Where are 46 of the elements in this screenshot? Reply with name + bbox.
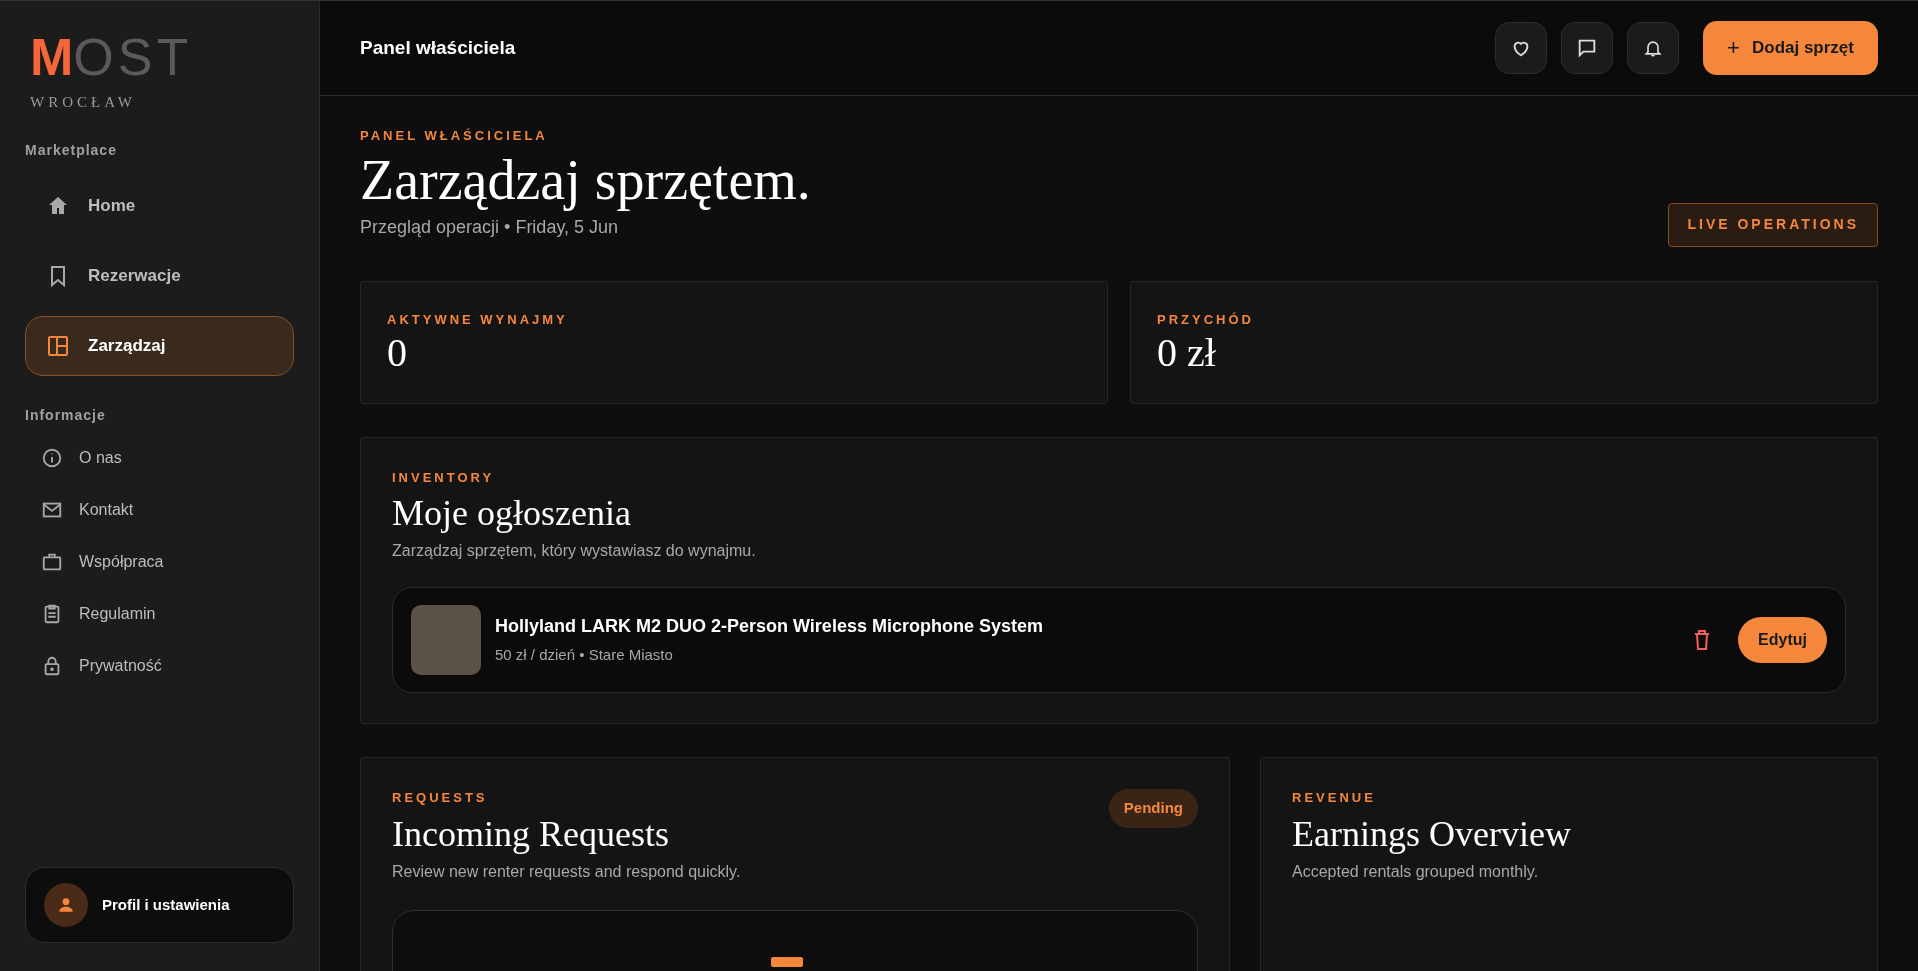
section-heading: Earnings Overview bbox=[1292, 812, 1572, 856]
page-heading: Zarządzaj sprzętem. bbox=[360, 147, 812, 212]
listing-title: Hollyland LARK M2 DUO 2-Person Wireless Microphone System bbox=[495, 615, 1044, 639]
stat-label: PRZYCHÓD bbox=[1157, 310, 1255, 329]
logo-letter: M bbox=[30, 31, 74, 83]
nav-item[interactable]: Zarządzaj bbox=[25, 315, 294, 376]
page-title: Panel właściciela bbox=[360, 35, 516, 60]
section-description: Accepted rentals grouped monthly. bbox=[1292, 861, 1540, 882]
layout-icon bbox=[46, 333, 70, 358]
user-icon bbox=[44, 883, 88, 927]
nav-item[interactable]: Home bbox=[25, 175, 294, 236]
nav-item[interactable]: Prywatność bbox=[25, 643, 294, 688]
stat-value: 0 zł bbox=[1157, 329, 1217, 377]
section-heading: Marketplace bbox=[25, 140, 118, 160]
section-label: INVENTORY bbox=[392, 468, 496, 487]
stat-label: AKTYWNE WYNAJMY bbox=[387, 310, 569, 329]
section-label: REQUESTS bbox=[392, 789, 489, 807]
section-description: Review new renter requests and respond quickly. bbox=[392, 861, 742, 882]
cut-off-icon bbox=[771, 956, 803, 967]
live-operations-button[interactable]: LIVE OPERATIONS bbox=[1668, 202, 1878, 247]
nav-item[interactable]: O nas bbox=[25, 435, 294, 480]
city-label: WROCŁAW bbox=[30, 93, 137, 112]
bell-icon bbox=[1643, 38, 1664, 58]
stat-value: 0 bbox=[387, 329, 408, 377]
listing-meta: 50 zł / dzień • Stare Miasto bbox=[495, 645, 674, 666]
nav-item[interactable]: Współpraca bbox=[25, 539, 294, 584]
add-equipment-button[interactable]: + Dodaj sprzęt bbox=[1703, 21, 1878, 75]
nav-item[interactable]: Regulamin bbox=[25, 591, 294, 636]
subtitle: Przegląd operacji • Friday, 5 Jun bbox=[360, 215, 620, 239]
section-heading: Moje ogłoszenia bbox=[392, 492, 632, 535]
section-label: REVENUE bbox=[1292, 789, 1377, 807]
nav-item[interactable]: Kontakt bbox=[25, 487, 294, 532]
section-label: PANEL WŁAŚCICIELA bbox=[360, 127, 549, 145]
heart-button[interactable] bbox=[1495, 22, 1548, 74]
section-description: Zarządzaj sprzętem, który wystawiasz do wynajmu. bbox=[392, 541, 757, 561]
section-heading: Incoming Requests bbox=[392, 812, 670, 856]
photo-placeholder bbox=[411, 605, 481, 675]
profile-button[interactable]: Profil i ustawienia bbox=[25, 867, 294, 943]
logo-text: OST bbox=[73, 31, 193, 83]
edit-button[interactable]: Edytuj bbox=[1738, 617, 1827, 663]
status-badge: Pending bbox=[1108, 789, 1198, 828]
nav-item[interactable]: Rezerwacje bbox=[25, 245, 294, 306]
info-icon bbox=[41, 446, 63, 469]
notification-button[interactable] bbox=[1627, 22, 1680, 74]
section-heading: Informacje bbox=[25, 405, 107, 425]
message-button[interactable] bbox=[1561, 22, 1614, 74]
